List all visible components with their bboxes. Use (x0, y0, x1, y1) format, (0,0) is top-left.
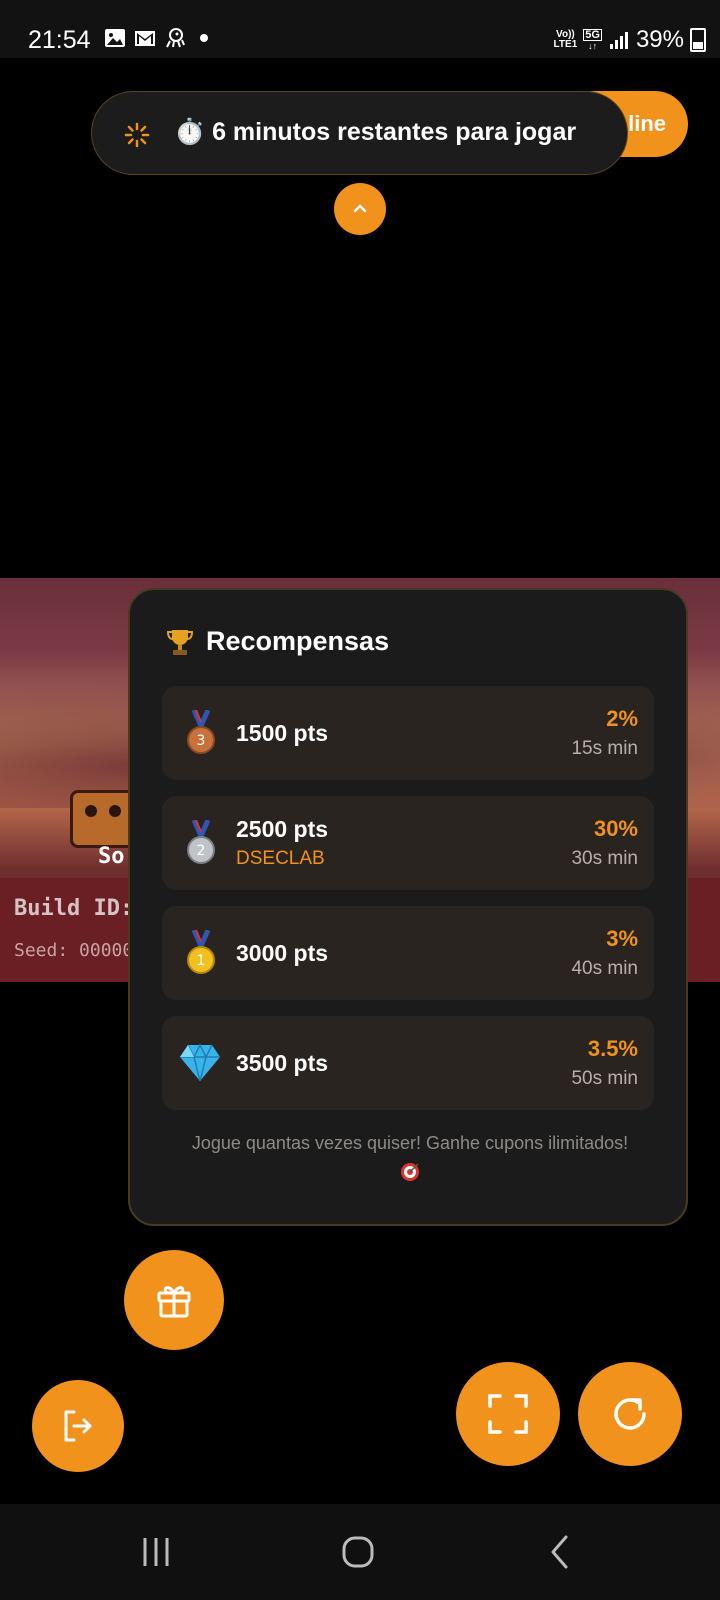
game-robot-sprite (70, 790, 136, 848)
fullscreen-icon (488, 1394, 528, 1434)
system-navigation-bar (0, 1504, 720, 1600)
diamond-icon (180, 1043, 220, 1082)
back-button[interactable] (540, 1532, 580, 1572)
tier-points: 1500 pts (236, 720, 329, 746)
rewards-panel: Recompensas 3 1500 pts 2% 15s min 2 2500… (128, 588, 688, 1226)
gallery-icon (105, 29, 125, 47)
collapse-button[interactable] (334, 183, 386, 235)
rewards-footer: Jogue quantas vezes quiser! Ganhe cupons… (150, 1130, 670, 1189)
reward-tier: 3 1500 pts 2% 15s min (162, 686, 654, 780)
mail-icon (135, 31, 155, 46)
reward-tier: 1 3000 pts 3% 40s min (162, 906, 654, 1000)
tier-points: 3500 pts (236, 1050, 329, 1076)
rewards-footer-text: Jogue quantas vezes quiser! Ganhe cupons… (191, 1133, 629, 1153)
tier-points: 3000 pts (236, 940, 329, 966)
tier-percent: 2% (606, 706, 638, 731)
notification-icons (104, 27, 208, 49)
tier-percent: 3.5% (587, 1036, 638, 1061)
exit-icon (64, 1410, 92, 1442)
tier-min-time: 15s min (571, 738, 638, 759)
tier-min-time: 40s min (571, 958, 638, 979)
tier-percent: 3% (606, 926, 638, 951)
status-bar: 21:54 Vo)) LTE1 5G ↓↑ 39% (0, 0, 720, 58)
target-icon (401, 1163, 419, 1181)
volte-indicator: Vo)) LTE1 (553, 29, 578, 50)
reward-tier: 3500 pts 3.5% 50s min (162, 1016, 654, 1110)
reward-tier: 2 2500 pts DSECLAB 30% 30s min (162, 796, 654, 890)
recent-apps-button[interactable] (136, 1532, 176, 1572)
gift-icon (157, 1286, 191, 1318)
svg-text:3: 3 (197, 733, 206, 749)
back-icon (551, 1535, 568, 1569)
fullscreen-button[interactable] (456, 1362, 560, 1466)
home-button[interactable] (338, 1532, 378, 1572)
loading-spinner-icon (124, 122, 150, 148)
timer-text: ⏱️ 6 minutos restantes para jogar (174, 118, 577, 146)
gold-medal-icon: 1 (187, 930, 215, 974)
battery-percent: 39% (635, 26, 684, 53)
home-icon (342, 1536, 374, 1568)
rewards-header: Recompensas (166, 626, 389, 657)
trophy-icon (166, 629, 194, 655)
more-notifications-dot (200, 34, 208, 42)
rewards-title: Recompensas (206, 626, 390, 656)
svg-text:2: 2 (197, 843, 206, 859)
coupon-code[interactable]: DSECLAB (236, 848, 325, 870)
app-notification-icon (166, 28, 185, 48)
reload-icon (614, 1398, 646, 1430)
exit-button[interactable] (32, 1380, 124, 1472)
tier-min-time: 50s min (571, 1068, 638, 1089)
chevron-up-icon (353, 204, 367, 213)
tier-percent: 30% (593, 816, 638, 841)
tier-min-time: 30s min (571, 848, 638, 869)
rewards-gift-button[interactable] (124, 1250, 224, 1350)
signal-icon (609, 32, 628, 49)
silver-medal-icon: 2 (187, 820, 215, 864)
battery-icon (690, 28, 706, 52)
network-type-indicator: 5G ↓↑ (583, 29, 602, 51)
online-button-label: line (628, 111, 666, 136)
tier-points: 2500 pts (236, 816, 329, 842)
timer-banner: ⏱️ 6 minutos restantes para jogar (91, 91, 628, 175)
bronze-medal-icon: 3 (187, 710, 215, 754)
status-time: 21:54 (28, 26, 91, 54)
status-right: Vo)) LTE1 5G ↓↑ 39% (554, 26, 706, 54)
recent-apps-icon (143, 1538, 169, 1566)
reload-button[interactable] (578, 1362, 682, 1466)
svg-text:1: 1 (197, 953, 206, 969)
game-title-text: So (98, 844, 125, 869)
